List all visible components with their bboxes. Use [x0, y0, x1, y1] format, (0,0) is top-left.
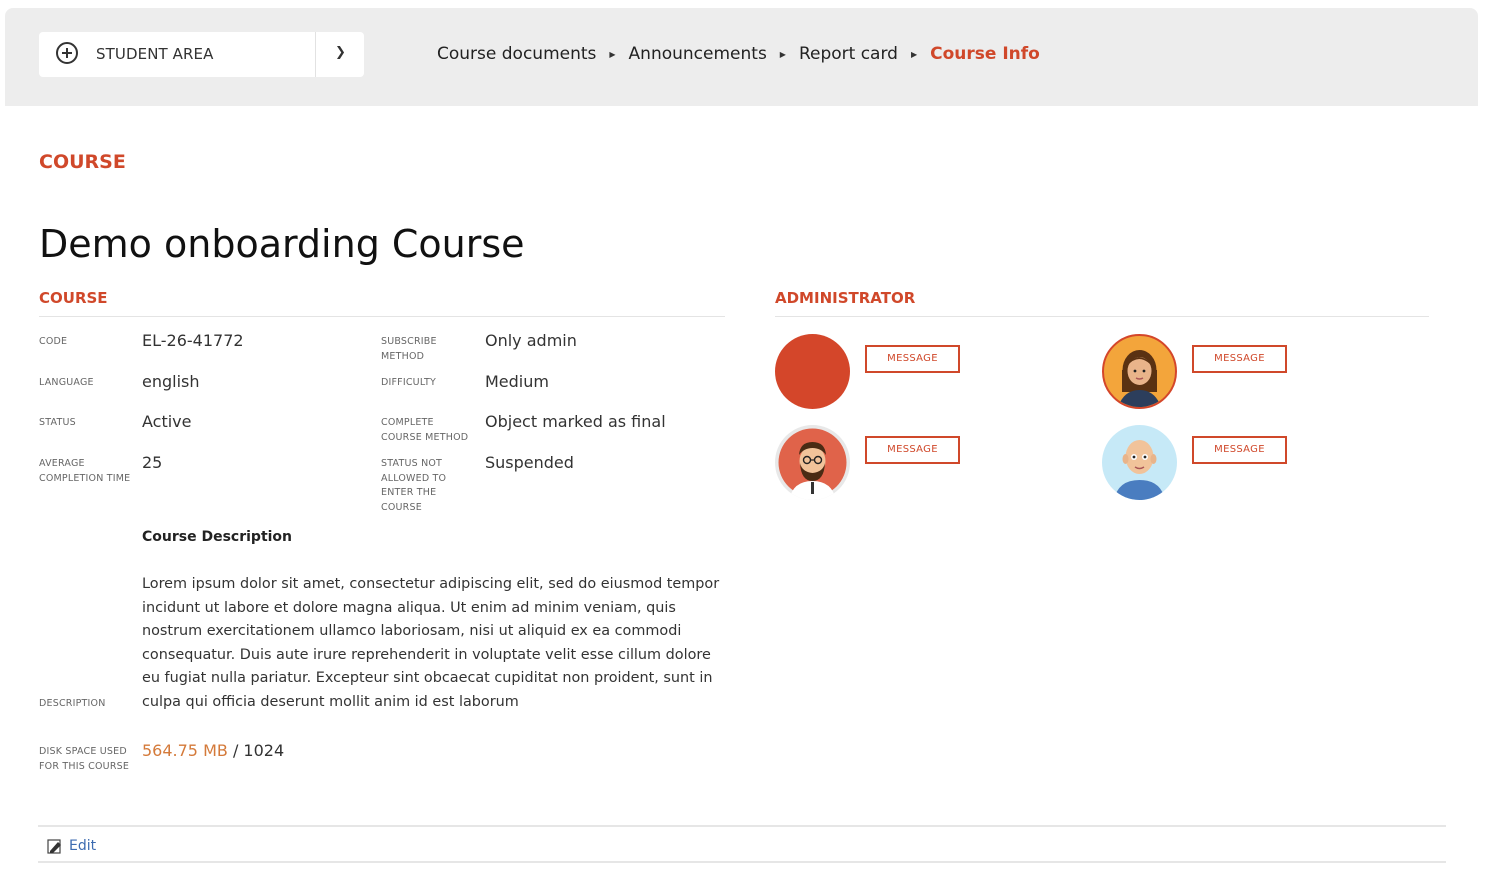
course-kicker: COURSE [39, 151, 126, 173]
subscribe-label: SUBSCRIBE METHOD [381, 336, 437, 362]
difficulty-value: Medium [485, 372, 549, 391]
bearded-man-avatar-icon [778, 428, 847, 500]
course-description-heading: Course Description [142, 529, 293, 545]
footer-bottom-divider [38, 861, 1446, 863]
course-section-divider [39, 316, 725, 317]
dropdown-divider [315, 32, 316, 77]
chevron-down-icon[interactable]: ❯ [335, 45, 346, 60]
difficulty-label: DIFFICULTY [381, 377, 437, 388]
course-section-title: COURSE [39, 289, 108, 307]
edit-link[interactable]: Edit [46, 837, 96, 855]
language-label: LANGUAGE [39, 377, 94, 388]
plus-circle-icon [56, 42, 78, 64]
avatar [775, 425, 850, 500]
page-title: Demo onboarding Course [39, 222, 525, 266]
message-button[interactable]: MESSAGE [865, 436, 960, 464]
avatar [775, 334, 850, 409]
crumb-course-documents[interactable]: Course documents [437, 44, 596, 64]
language-value: english [142, 372, 200, 391]
breadcrumb: Course documents ▶ Announcements ▶ Repor… [437, 44, 1040, 64]
course-description-text: Lorem ipsum dolor sit amet, consectetur … [142, 576, 720, 710]
avatar [1102, 334, 1177, 409]
edit-label: Edit [69, 838, 97, 854]
avg-time-value: 25 [142, 453, 163, 472]
edit-icon [47, 839, 61, 854]
footer-top-divider [38, 825, 1446, 827]
message-button[interactable]: MESSAGE [1192, 436, 1287, 464]
crumb-announcements[interactable]: Announcements [629, 44, 767, 64]
status-value: Active [142, 412, 192, 431]
crumb-separator-icon: ▶ [910, 49, 918, 59]
description-label: DESCRIPTION [39, 698, 106, 709]
complete-method-label: COMPLETE COURSE METHOD [381, 417, 469, 443]
code-label: CODE [39, 336, 68, 347]
message-button[interactable]: MESSAGE [865, 345, 960, 373]
avatar [1102, 425, 1177, 500]
crumb-course-info[interactable]: Course Info [930, 44, 1040, 64]
complete-method-value: Object marked as final [485, 412, 666, 431]
administrator-section-divider [775, 316, 1429, 317]
disk-space-label: DISK SPACE USED FOR THIS COURSE [39, 746, 130, 772]
student-area-label: STUDENT AREA [96, 45, 214, 63]
disk-space-value: 564.75 MB / 1024 [142, 741, 284, 760]
crumb-report-card[interactable]: Report card [799, 44, 898, 64]
code-value: EL-26-41772 [142, 331, 244, 350]
bald-man-avatar-icon [1114, 440, 1165, 500]
message-button[interactable]: MESSAGE [1192, 345, 1287, 373]
subscribe-value: Only admin [485, 331, 577, 350]
status-label: STATUS [39, 417, 76, 428]
not-allowed-label: STATUS NOT ALLOWED TO ENTER THE COURSE [381, 458, 447, 513]
crumb-separator-icon: ▶ [609, 49, 616, 59]
disk-used-value: 564.75 MB [142, 741, 228, 760]
woman-avatar-icon [1118, 350, 1161, 407]
disk-total-value: / 1024 [227, 741, 285, 760]
student-area-dropdown[interactable]: STUDENT AREA ❯ [39, 32, 364, 77]
not-allowed-value: Suspended [485, 453, 574, 472]
crumb-separator-icon: ▶ [779, 49, 786, 59]
avg-time-label: AVERAGE COMPLETION TIME [39, 458, 131, 484]
administrator-section-title: ADMINISTRATOR [775, 289, 916, 307]
